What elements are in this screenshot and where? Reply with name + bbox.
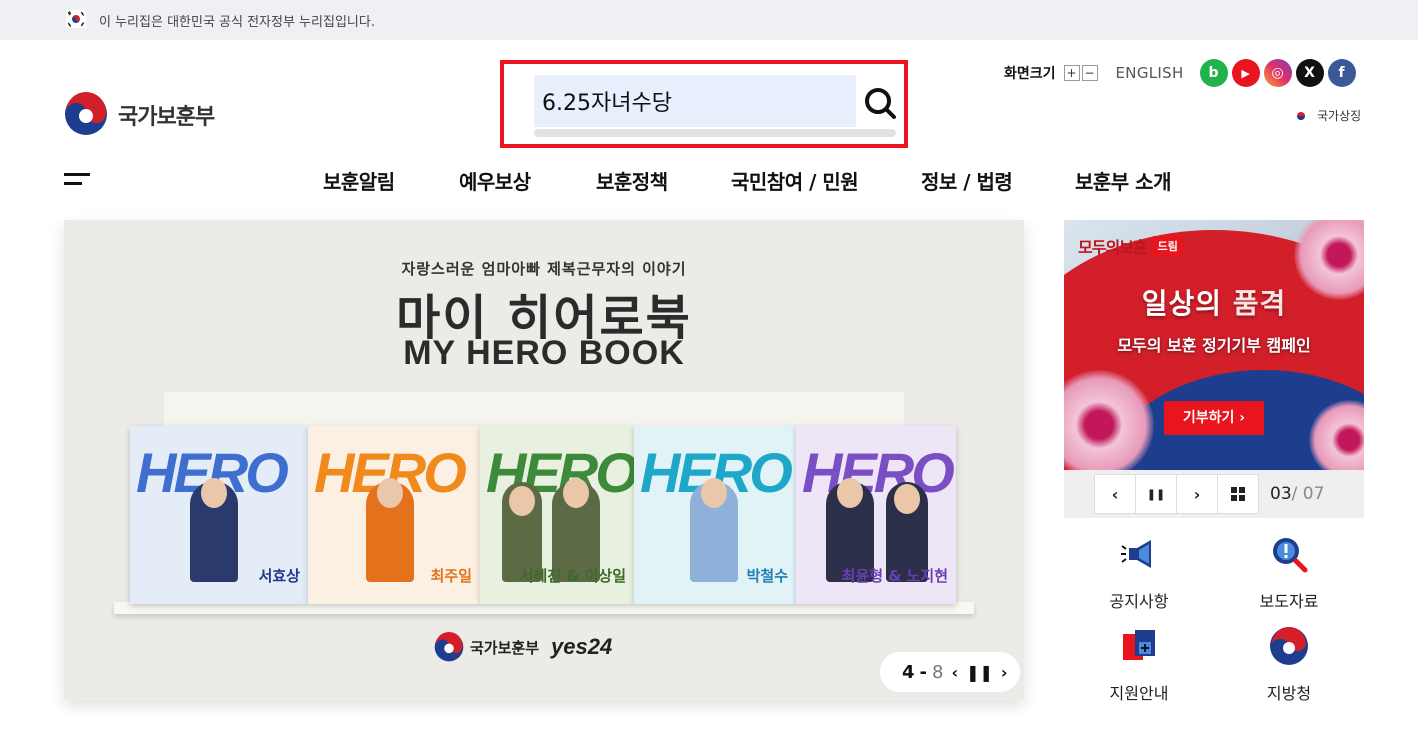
font-size-label: 화면크기 [1004,66,1056,82]
documents-icon [1123,630,1155,660]
banner-counter: 03/ 07 [1270,484,1324,504]
quick-link-press[interactable]: 보도자료 [1214,530,1364,616]
book-cover: HERO 박철수 [634,426,796,604]
korean-flag-icon [1291,107,1311,124]
book-cover: HERO 최윤형 & 노지현 [796,426,956,604]
quick-link-notice[interactable]: 공지사항 [1064,530,1214,616]
nav-item-policy[interactable]: 보훈정책 [596,166,668,195]
nav-item-info-law[interactable]: 정보 / 법령 [921,166,1013,195]
font-size-plus-button[interactable]: + [1063,65,1080,81]
nav-item-compensation[interactable]: 예우보상 [459,166,531,195]
book-figure-head [201,478,227,508]
emblem-icon [1270,627,1308,665]
book-cover: HERO 서효상 [130,426,308,604]
hero-title-english: MY HERO BOOK [403,334,685,372]
blog-icon[interactable]: b [1199,59,1228,87]
search-box [500,60,908,148]
nav-item-notice[interactable]: 보훈알림 [323,166,395,195]
facebook-icon[interactable]: f [1327,59,1356,87]
korean-flag-icon [66,10,86,28]
search-input[interactable] [534,75,856,127]
quick-link-support[interactable]: 지원안내 [1064,622,1214,708]
main-navigation: 보훈알림 예우보상 보훈정책 국민참여 / 민원 정보 / 법령 보훈부 소개 [0,166,1418,196]
sns-links: b ▶ ◎ X f [1199,59,1356,87]
search-button[interactable] [862,86,898,122]
quick-links: 공지사항 보도자료 지원안내 지방청 [1064,530,1364,710]
hero-brand-name: 국가보훈부 [470,638,540,657]
book-figure-head [377,478,403,508]
hero-brand: 국가보훈부 yes24 [434,632,612,662]
font-size-minus-button[interactable]: − [1081,65,1098,81]
book-name: 최주일 [430,567,472,585]
hero-subtitle: 자랑스러운 엄마아빠 제복근무자의 이야기 [401,260,687,278]
english-link[interactable]: ENGLISH [1116,64,1184,82]
book-hero-lettering: HERO [802,441,955,504]
utility-bar: 화면크기 + − ENGLISH b ▶ ◎ X f [1004,59,1356,87]
mpva-emblem-icon [65,92,107,135]
banner-current: 03 [1270,484,1292,504]
national-symbol-label: 국가상징 [1317,109,1362,123]
hero-slider-controls: 4 - 8 ‹ ❚❚ › [880,652,1020,692]
banner-headline-b: 품격 [1232,287,1287,320]
logo-text: 국가보훈부 [118,105,215,130]
slide-total: 8 [932,661,944,683]
side-banner[interactable]: 모두의보훈 드림 일상의 품격 모두의 보훈 정기기부 캠페인 기부하기 › [1064,220,1364,470]
hero-slider[interactable]: 자랑스러운 엄마아빠 제복근무자의 이야기 마이 히어로북 MY HERO BO… [64,220,1024,700]
x-icon[interactable]: X [1295,59,1324,87]
banner-prev-icon[interactable]: ‹ [1094,474,1136,514]
grid-icon [1231,487,1245,501]
slide-separator: - [919,661,928,683]
quick-link-label: 지원안내 [1109,684,1169,703]
book-cover: HERO 서혜진 & 이상일 [480,426,634,604]
book-cover: HERO 최주일 [308,426,480,604]
search-icon [865,88,896,119]
gov-banner-text: 이 누리집은 대한민국 공식 전자정부 누리집입니다. [99,15,375,30]
quick-link-regional[interactable]: 지방청 [1214,622,1364,708]
donate-button[interactable]: 기부하기 › [1164,401,1264,435]
slide-current: 4 [902,661,915,683]
gov-banner: 이 누리집은 대한민국 공식 전자정부 누리집입니다. [0,0,1418,40]
slide-pause-icon[interactable]: ❚❚ [966,663,993,682]
banner-tag-badge: 드림 [1152,236,1183,256]
search-underline [534,129,896,137]
banner-headline-a: 일상의 [1141,287,1233,320]
nav-item-about[interactable]: 보훈부 소개 [1075,166,1171,195]
youtube-icon[interactable]: ▶ [1231,59,1260,87]
book-name: 서효상 [258,567,300,585]
nav-item-participation[interactable]: 국민참여 / 민원 [731,166,859,195]
megaphone-icon [1121,540,1151,568]
banner-pause-icon[interactable]: ❚❚ [1135,474,1177,514]
book-name: 서혜진 & 이상일 [519,567,626,585]
national-symbol-link[interactable]: 국가상징 [1291,107,1361,124]
slide-prev-icon[interactable]: ‹ [951,663,958,682]
mpva-emblem-icon [434,632,464,662]
banner-tag-text: 모두의보훈 [1078,238,1148,257]
side-banner-controls: ‹ ❚❚ › 03/ 07 [1064,470,1364,518]
book-figure-head [563,478,589,508]
quick-link-label: 공지사항 [1109,592,1169,611]
quick-link-label: 보도자료 [1259,592,1319,611]
book-figure-head [509,486,535,516]
banner-next-icon[interactable]: › [1176,474,1218,514]
slide-next-icon[interactable]: › [1001,663,1008,682]
banner-tag: 모두의보훈 드림 [1078,234,1183,258]
book-figure-head [894,484,920,514]
instagram-icon[interactable]: ◎ [1263,59,1292,87]
banner-headline: 일상의 품격 [1064,282,1364,322]
banner-subline: 모두의 보훈 정기기부 캠페인 [1117,336,1311,355]
site-logo[interactable]: 국가보훈부 [64,92,264,135]
book-name: 최윤형 & 노지현 [841,567,948,585]
book-figure-head [701,478,727,508]
book-name: 박철수 [746,567,788,585]
magnifier-icon [1273,538,1308,573]
book-figure-head [837,478,863,508]
partner-logo: yes24 [551,634,613,659]
banner-total: / 07 [1291,484,1325,504]
banner-grid-icon[interactable] [1217,474,1259,514]
quick-link-label: 지방청 [1266,684,1312,703]
